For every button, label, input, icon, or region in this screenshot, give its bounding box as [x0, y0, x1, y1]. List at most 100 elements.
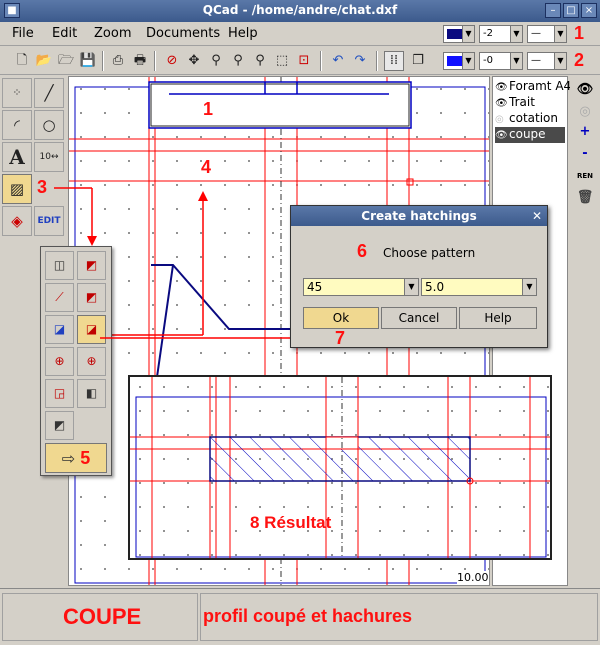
menu-help[interactable]: Help	[228, 26, 258, 41]
chevron-down-icon: ▼	[404, 279, 418, 295]
confirm-hatch-button[interactable]: ⇨ 5	[45, 443, 107, 473]
open-file-icon[interactable]: 📂	[34, 51, 54, 71]
arc-tool-icon[interactable]: ◜	[2, 110, 32, 140]
trash-icon[interactable]: 🗑	[575, 188, 595, 208]
hatch-tool-icon[interactable]: ◧	[77, 379, 106, 408]
ok-button[interactable]: Ok	[303, 307, 379, 329]
grid-toggle-icon[interactable]: ⁞⁞	[384, 51, 404, 71]
color-selector-1[interactable]: ▼	[443, 25, 475, 43]
layer-list-toggle-icon[interactable]: ❐	[408, 51, 428, 71]
annotation-5: 5	[80, 448, 91, 468]
text-tool-icon[interactable]: A	[2, 142, 32, 172]
remove-layer-button[interactable]: -	[575, 144, 595, 164]
layer-name: cotation	[509, 111, 558, 125]
color-selector-2[interactable]: ▼	[443, 52, 475, 70]
chevron-down-icon: ▼	[462, 53, 474, 69]
close-button[interactable]: ×	[581, 3, 597, 18]
modify-tool-icon[interactable]: ◈	[2, 206, 32, 236]
menu-zoom[interactable]: Zoom	[94, 26, 131, 41]
undo-icon[interactable]: ↶	[328, 51, 348, 71]
line-style-selector-1[interactable]: — ▼	[527, 25, 567, 43]
show-layer-icon[interactable]: 👁	[575, 80, 595, 100]
pattern-select[interactable]: 45 ▼	[303, 278, 419, 296]
zoom-in-icon[interactable]: ⚲	[228, 51, 248, 71]
new-file-icon[interactable]: 🗋	[12, 51, 32, 71]
hatch-tool-icon[interactable]: ◪	[45, 315, 74, 344]
points-tool-icon[interactable]: ⁘	[2, 78, 32, 108]
menu-documents[interactable]: Documents	[146, 26, 220, 41]
eye-icon[interactable]: 👁	[495, 82, 509, 93]
line-style-selector-2[interactable]: — ▼	[527, 52, 567, 70]
line-width-selector-2[interactable]: -0 ▼	[479, 52, 523, 70]
help-button[interactable]: Help	[459, 307, 537, 329]
separator	[320, 51, 322, 71]
profile-outline	[148, 81, 412, 129]
hatch-tool-icon[interactable]: ◫	[45, 251, 74, 280]
chevron-down-icon: ▼	[554, 26, 566, 42]
zoom-previous-icon[interactable]: ⊡	[294, 51, 314, 71]
minimize-button[interactable]: –	[545, 3, 561, 18]
dimension-tool-icon[interactable]: 10↔	[34, 142, 64, 172]
open-folder-icon[interactable]: 🗁	[56, 51, 76, 71]
zoom-pan-icon[interactable]: ✥	[184, 51, 204, 71]
layer-item-selected[interactable]: 👁coupe	[495, 127, 565, 143]
hatch-tool-icon[interactable]: ⊕	[77, 347, 106, 376]
save-icon[interactable]: 💾	[78, 51, 98, 71]
eye-icon[interactable]: 👁	[495, 98, 509, 109]
dialog-prompt: Choose pattern	[383, 246, 476, 260]
hide-layer-icon[interactable]: ◎	[575, 102, 595, 122]
line-style-value: —	[531, 55, 541, 66]
close-icon[interactable]: ✕	[529, 208, 545, 224]
cancel-button[interactable]: Cancel	[381, 307, 457, 329]
menu-edit[interactable]: Edit	[52, 26, 77, 41]
redo-icon[interactable]: ↷	[350, 51, 370, 71]
hatch-tool-icon[interactable]: ◩	[77, 283, 106, 312]
rename-layer-button[interactable]: REN	[575, 166, 595, 186]
annotation-arrow-3	[54, 187, 97, 246]
hatch-tool-icon[interactable]: ⟋	[45, 283, 74, 312]
line-width-value: -2	[483, 28, 493, 39]
line-width-value: -0	[483, 55, 493, 66]
annotation-6: 6	[357, 241, 368, 261]
chevron-down-icon: ▼	[510, 53, 522, 69]
zoom-auto-icon[interactable]: ⚲	[206, 51, 226, 71]
window-title: QCad - /home/andre/chat.dxf	[202, 3, 398, 17]
annotation-2: 2	[574, 50, 585, 70]
hatch-tool-icon[interactable]: ◲	[45, 379, 74, 408]
arrow-right-icon: ⇨	[61, 449, 76, 468]
layer-item[interactable]: 👁Foramt A4	[495, 79, 571, 95]
zoom-window-icon[interactable]: ⬚	[272, 51, 292, 71]
line-tool-icon[interactable]: ╱	[34, 78, 64, 108]
separator	[376, 51, 378, 71]
print-icon[interactable]: 🖶	[130, 51, 150, 71]
main-toolbar: 🗋 📂 🗁 💾 ⎙ 🖶 ⊘ ✥ ⚲ ⚲ ⚲ ⬚ ⊡ ↶ ↷ ⁞⁞ ❐ ▼ -0 …	[0, 47, 600, 75]
add-layer-button[interactable]: +	[575, 122, 595, 142]
maximize-button[interactable]: □	[563, 3, 579, 18]
pattern-value: 45	[307, 280, 323, 294]
eye-hidden-icon[interactable]: ◎	[495, 114, 509, 125]
hatch-tool-icon[interactable]: ⊕	[45, 347, 74, 376]
status-cell-right: profil coupé et hachures	[200, 593, 598, 641]
menu-bar: File Edit Zoom Documents Help ▼ -2 ▼ — ▼…	[0, 22, 600, 46]
zoom-out-icon[interactable]: ⚲	[250, 51, 270, 71]
line-width-selector-1[interactable]: -2 ▼	[479, 25, 523, 43]
create-hatchings-dialog: Create hatchings ✕ 6 Choose pattern 45 ▼…	[290, 205, 548, 348]
menu-file[interactable]: File	[12, 26, 34, 41]
zoom-redraw-icon[interactable]: ⊘	[162, 51, 182, 71]
layer-item[interactable]: ◎ cotation	[495, 111, 558, 127]
circle-tool-icon[interactable]: ○	[34, 110, 64, 140]
separator	[154, 51, 156, 71]
hatch-tool-icon[interactable]: ◩	[45, 411, 74, 440]
layer-toolbar: 👁 ◎ + - REN 🗑	[570, 76, 600, 586]
eye-icon[interactable]: 👁	[495, 130, 509, 141]
scale-readout: 10.00	[457, 571, 489, 584]
annotation-canvas-1: 1	[203, 99, 214, 119]
status-bar: COUPE profil coupé et hachures	[0, 588, 600, 645]
hatching-tool-icon[interactable]: ▨	[2, 174, 32, 204]
result-label: 8 Résultat	[250, 513, 332, 532]
title-bar: ■ QCad - /home/andre/chat.dxf – □ ×	[0, 0, 600, 22]
hatch-tool-icon[interactable]: ◩	[77, 251, 106, 280]
print-preview-icon[interactable]: ⎙	[108, 51, 128, 71]
scale-select[interactable]: 5.0 ▼	[421, 278, 537, 296]
layer-item[interactable]: 👁Trait	[495, 95, 535, 111]
